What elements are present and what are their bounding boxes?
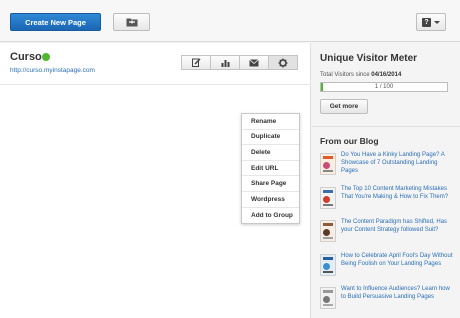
page-title[interactable]: Curso: [10, 51, 42, 63]
page-actions: [181, 55, 298, 70]
blog-thumbnail[interactable]: [320, 186, 336, 209]
blog-list: Do You Have a Kinky Landing Page? A Show…: [320, 151, 456, 318]
meter-date: 04/16/2014: [371, 72, 402, 78]
visitor-meter-title: Unique Visitor Meter: [320, 53, 418, 64]
blog-post-link[interactable]: The Content Paradigm has Shifted, Has yo…: [341, 218, 456, 251]
edit-icon: [191, 58, 201, 67]
menu-item-wordpress[interactable]: Wordpress: [242, 192, 299, 208]
mail-icon: [249, 58, 259, 66]
blog-post-link[interactable]: How to Celebrate April Fool's Day Withou…: [341, 252, 456, 285]
blog-post-link[interactable]: Want to Influence Audiences? Learn how t…: [341, 285, 456, 318]
blog-post-link[interactable]: Do You Have a Kinky Landing Page? A Show…: [341, 151, 456, 184]
blog-post[interactable]: The Top 10 Content Marketing Mistakes Th…: [320, 185, 456, 218]
caret-down-icon: [434, 20, 440, 24]
top-toolbar: Create New Page ?: [0, 0, 460, 42]
menu-item-rename[interactable]: Rename: [242, 114, 299, 130]
blog-thumbnail[interactable]: [320, 220, 336, 242]
new-folder-button[interactable]: [113, 13, 150, 31]
help-icon: ?: [422, 17, 431, 27]
mail-button[interactable]: [239, 55, 269, 70]
blog-thumbnail[interactable]: [320, 287, 336, 309]
settings-button[interactable]: [268, 55, 298, 70]
get-more-button[interactable]: Get more: [320, 99, 368, 114]
menu-item-delete[interactable]: Delete: [242, 145, 299, 161]
sidebar: Unique Visitor Meter Total Visitors sinc…: [312, 43, 460, 318]
blog-post-link[interactable]: The Top 10 Content Marketing Mistakes Th…: [341, 185, 456, 218]
progress-value: 1 / 100: [374, 84, 394, 90]
visitor-progress-bar: 1 / 100: [320, 82, 448, 92]
edit-page-button[interactable]: [181, 55, 211, 70]
pages-panel: Curso http://curso.myinstapage.com Renam…: [0, 43, 311, 318]
blog-heading: From our Blog: [320, 136, 379, 146]
page-url-link[interactable]: http://curso.myinstapage.com: [10, 67, 95, 74]
blog-thumbnail[interactable]: [320, 153, 336, 175]
stats-icon: [221, 60, 229, 67]
blog-post[interactable]: Want to Influence Audiences? Learn how t…: [320, 285, 456, 318]
visitor-meter-label: Total Visitors since 04/16/2014: [320, 72, 401, 78]
menu-item-share-page[interactable]: Share Page: [242, 176, 299, 192]
divider: [312, 126, 460, 127]
blog-post[interactable]: How to Celebrate April Fool's Day Withou…: [320, 252, 456, 285]
blog-post[interactable]: Do You Have a Kinky Landing Page? A Show…: [320, 151, 456, 184]
blog-post[interactable]: The Content Paradigm has Shifted, Has yo…: [320, 218, 456, 251]
folder-icon: [126, 18, 137, 27]
menu-item-edit-url[interactable]: Edit URL: [242, 161, 299, 177]
menu-item-add-to-group[interactable]: Add to Group: [242, 208, 299, 224]
meter-label-text: Total Visitors since: [320, 72, 370, 78]
stats-button[interactable]: [210, 55, 240, 70]
help-dropdown-button[interactable]: ?: [416, 13, 446, 31]
gear-icon: [278, 58, 288, 67]
blog-thumbnail[interactable]: [320, 253, 336, 276]
create-new-page-button[interactable]: Create New Page: [10, 13, 101, 31]
menu-item-duplicate[interactable]: Duplicate: [242, 130, 299, 146]
page-row: Curso http://curso.myinstapage.com: [0, 43, 311, 85]
settings-dropdown-menu: Rename Duplicate Delete Edit URL Share P…: [241, 113, 300, 225]
status-indicator: [42, 53, 50, 61]
